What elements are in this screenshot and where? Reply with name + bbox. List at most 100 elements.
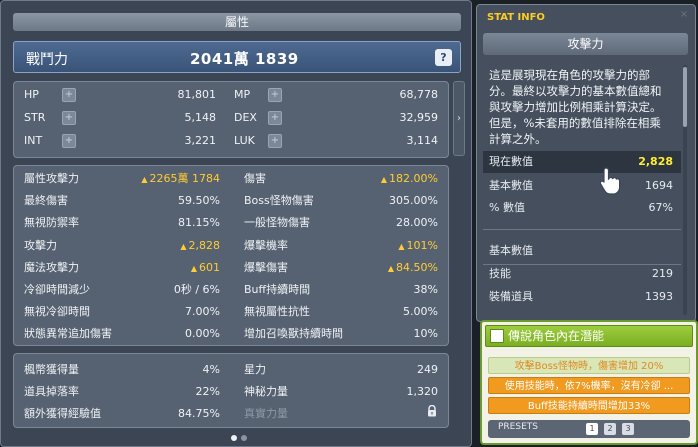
up-arrow-icon: ▲	[190, 263, 197, 273]
stat-value: 0秒 / 6%	[174, 280, 220, 300]
stat-label: 神秘力量	[244, 385, 288, 398]
misc-stats-panel: 楓幣獲得量 4% 星力 249 道具掉落率 22% 神秘力量 1,320 額外獲…	[13, 353, 449, 428]
plus-icon[interactable]: +	[268, 88, 282, 102]
page-indicator	[229, 431, 249, 441]
stat-value: ▲ 101%	[398, 236, 438, 257]
stat-value-text: 59.50%	[178, 194, 220, 208]
stat-value: 81,801	[177, 88, 217, 101]
stat-row-exp: 額外獲得經驗值 84.75%	[24, 404, 220, 424]
stat-value: ▲ 601	[191, 258, 220, 279]
stat-row-drop: 道具掉落率 22%	[24, 382, 220, 402]
stat-label: 無視屬性抗性	[244, 305, 310, 319]
stat-value-text: 2,828	[188, 238, 221, 252]
plus-icon[interactable]: +	[268, 111, 282, 125]
info-label: % 數值	[489, 201, 525, 214]
stat-value: 38%	[414, 280, 438, 300]
combat-stat-row: 魔法攻擊力 ▲ 601	[24, 258, 220, 278]
up-arrow-icon: ▲	[380, 175, 388, 184]
info-label: 基本數值	[489, 179, 533, 192]
legendary-icon	[490, 329, 504, 343]
stat-value-text: 0秒 / 6%	[173, 283, 220, 296]
basic-stats-panel: HP + 81,801 MP + 68,778 STR + 5,148 DEX …	[13, 81, 449, 158]
stat-value-text: 182.00%	[389, 172, 438, 185]
help-icon[interactable]: ?	[435, 49, 452, 66]
stat-info-title: STAT INFO	[487, 12, 545, 23]
preset-button-1[interactable]: 1	[586, 423, 598, 435]
close-icon[interactable]: ×	[678, 9, 690, 21]
stat-label: 道具掉落率	[24, 385, 79, 398]
info-label: 現在數值	[489, 155, 533, 168]
combat-stat-row: 爆擊機率 ▲ 101%	[244, 236, 438, 256]
stat-value-text: 101%	[406, 238, 438, 252]
stat-row-mp: MP + 68,778	[234, 85, 438, 105]
current-value-row: 現在數值 2,828	[483, 151, 681, 173]
stat-value: 7.00%	[185, 302, 220, 322]
stat-value: 32,959	[399, 111, 439, 124]
stat-label: 魔法攻擊力	[24, 260, 79, 274]
plus-icon[interactable]: +	[62, 88, 76, 102]
up-arrow-icon: ▲	[398, 241, 405, 251]
stat-row-luk: LUK + 3,114	[234, 131, 438, 151]
stat-value: 84.75%	[178, 407, 220, 420]
stat-value: 5.00%	[403, 302, 438, 322]
page-dot[interactable]	[231, 435, 237, 441]
combat-power-label: 戰鬥力	[26, 52, 68, 68]
stat-label: 狀態異常追加傷害	[24, 327, 112, 341]
stat-row-dex: DEX + 32,959	[234, 108, 438, 128]
stat-label: 增加召喚獸持續時間	[244, 327, 343, 341]
window-title: 屬性	[13, 13, 461, 31]
up-arrow-icon: ▲	[387, 263, 395, 273]
stat-value-text: 7.00%	[185, 305, 220, 319]
info-value: 67%	[648, 201, 673, 214]
combat-stat-row: 爆擊傷害 ▲ 84.50%	[244, 258, 438, 278]
stat-label: 最終傷害	[24, 194, 68, 208]
combat-power-bar: 戰鬥力 2041萬 1839 ?	[13, 41, 461, 73]
section-title: 基本數值	[483, 240, 681, 262]
combat-stat-row: 傷害 ▲ 182.00%	[244, 169, 438, 189]
info-value: 1393	[645, 290, 673, 303]
ability-line: 使用技能時，依7%機率，沒有冷卻 ...	[488, 377, 690, 394]
combat-stat-row: 一般怪物傷害 28.00%	[244, 213, 438, 233]
stat-value: 3,114	[406, 134, 439, 147]
stat-value: 249	[417, 363, 438, 376]
stat-info-description: 這是展現現在角色的攻擊力的部分。最終以攻擊力的基本數值總和與攻擊力增加比例相乘計…	[489, 68, 662, 146]
info-value: 219	[652, 267, 673, 280]
stat-value: 10%	[414, 324, 438, 344]
stat-label: 爆擊機率	[244, 238, 288, 252]
stat-label: 傷害	[244, 172, 266, 185]
stat-label: Buff持續時間	[244, 283, 311, 296]
combat-power-value: 2041萬 1839	[190, 50, 299, 68]
stat-value: ▲ 182.00%	[381, 169, 438, 190]
preset-button-3[interactable]: 3	[622, 423, 634, 435]
combat-stat-row: Buff持續時間 38%	[244, 280, 438, 300]
preset-button-2[interactable]: 2	[604, 423, 616, 435]
stat-info-subject: 攻擊力	[483, 33, 688, 55]
combat-stat-row: 無視屬性抗性 5.00%	[244, 302, 438, 322]
plus-icon[interactable]: +	[62, 111, 76, 125]
stat-row-int: INT + 3,221	[24, 131, 216, 151]
stat-label: LUK	[234, 134, 255, 147]
stat-value-text: 601	[199, 260, 220, 274]
stat-label: HP	[24, 88, 39, 101]
stat-value-text: 28.00%	[396, 216, 438, 230]
stat-row-str: STR + 5,148	[24, 108, 216, 128]
stat-value-text: 0.00%	[185, 327, 220, 341]
stat-row-authentic: 真實力量	[244, 404, 438, 424]
combat-stat-row: 狀態異常追加傷害 0.00%	[24, 324, 220, 344]
stat-row-hp: HP + 81,801	[24, 85, 216, 105]
stat-info-scroll-thumb[interactable]	[683, 67, 687, 127]
presets-label: PRESETS	[498, 422, 538, 432]
plus-icon[interactable]: +	[268, 134, 282, 148]
info-label: 技能	[489, 267, 511, 280]
page-dot[interactable]	[241, 435, 247, 441]
stat-value-text: 305.00%	[389, 194, 438, 208]
equipment-value-row: 裝備道具 1393	[483, 286, 681, 308]
expand-detail-button[interactable]: ›	[453, 81, 465, 156]
stat-value: ▲ 84.50%	[388, 258, 438, 279]
stat-value: 81.15%	[178, 213, 220, 233]
percent-value-row: % 數值 67%	[483, 197, 681, 219]
combat-stat-row: 攻擊力 ▲ 2,828	[24, 236, 220, 256]
plus-icon[interactable]: +	[62, 134, 76, 148]
inner-ability-title: 傳說角色內在潛能	[508, 329, 605, 343]
stat-value: 22%	[195, 385, 220, 398]
